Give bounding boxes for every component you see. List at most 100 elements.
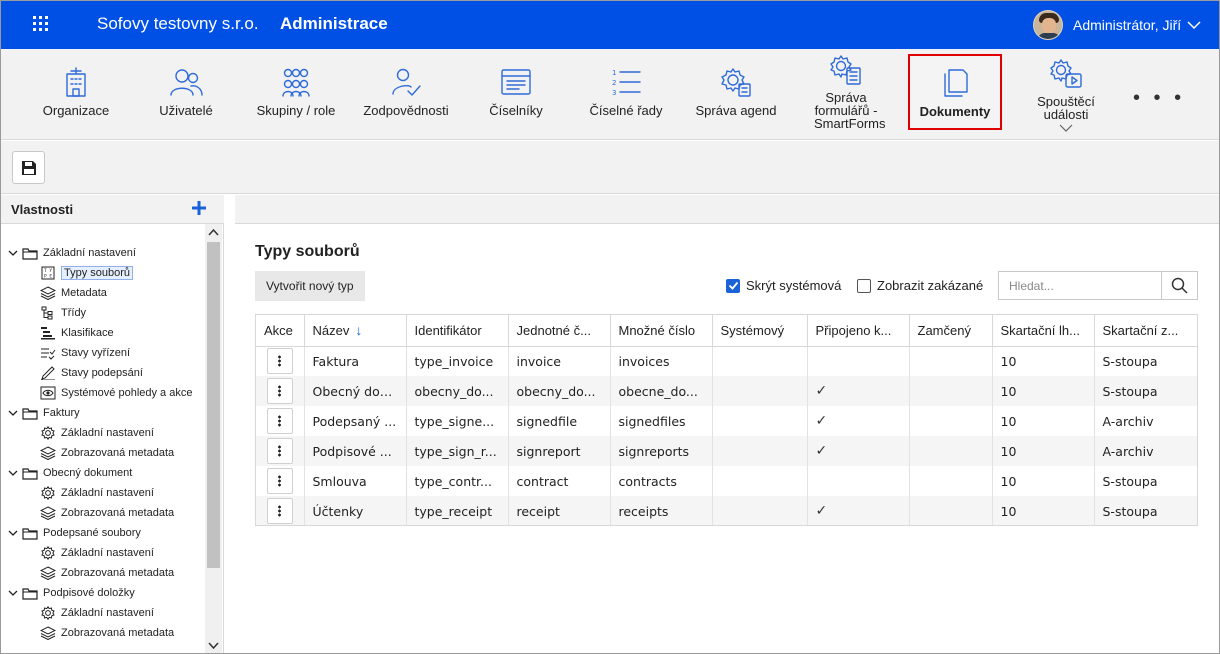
row-actions-button[interactable] (266, 408, 293, 434)
table-cell-period: 10 (992, 346, 1095, 376)
ribbon-item-spousteci-udalosti[interactable]: Spouštěcí události (1018, 49, 1114, 140)
folder-icon (22, 528, 38, 540)
table-cell-system (712, 346, 808, 376)
grid-dot (33, 16, 36, 19)
tree-item[interactable]: Metadata (40, 284, 107, 302)
sort-ascending-icon[interactable]: ↓ (355, 322, 362, 338)
tree-item[interactable]: Základní nastavení (40, 424, 154, 442)
column-header[interactable]: Identifikátor (406, 315, 509, 347)
column-header[interactable]: Jednotné č... (508, 315, 611, 347)
tree-group[interactable]: Základní nastavení (8, 244, 136, 262)
table-row[interactable]: Účtenky type_receipt receipt receipts ✓ 10 S-s… (256, 496, 1197, 525)
chevron-down-icon[interactable] (8, 528, 18, 538)
grid-dot (33, 28, 36, 31)
tree-item[interactable]: Systémové pohledy a akce (40, 384, 192, 402)
save-button[interactable] (12, 151, 45, 184)
show-disabled-checkbox[interactable]: Zobrazit zakázané (857, 278, 983, 293)
ribbon-item-ciselniky[interactable]: Číselníky (470, 49, 562, 140)
table-row[interactable]: Podpisové ... type_sign_r... signreport sig… (256, 436, 1197, 466)
tree-group[interactable]: Podepsané soubory (8, 524, 141, 542)
tree-group[interactable]: Faktury (8, 404, 80, 422)
user-menu[interactable]: Administrátor, Jiří (1033, 10, 1201, 40)
table-cell-nazev: Smlouva (304, 466, 407, 496)
table-cell-system (712, 496, 808, 525)
ribbon-item-uzivatele[interactable]: Uživatelé (140, 49, 232, 140)
column-header[interactable]: Zamčený (909, 315, 993, 347)
row-actions-button[interactable] (266, 498, 293, 524)
table-cell-id: type_sign_r... (406, 436, 509, 466)
table-row[interactable]: Obecný dok... obecny_do... obecny_do... obe… (256, 376, 1197, 406)
table-cell-locked (909, 466, 993, 496)
tree-item[interactable]: Základní nastavení (40, 484, 154, 502)
ribbon-item-organizace[interactable]: Organizace (30, 49, 122, 140)
ribbon-item-zodpovednosti[interactable]: Zodpovědnosti (356, 49, 456, 140)
column-header[interactable]: Množné číslo (610, 315, 713, 347)
app-grid-icon[interactable] (33, 16, 49, 32)
search-input[interactable] (999, 272, 1161, 299)
column-header: Akce (256, 315, 305, 347)
more-vertical-icon (278, 355, 282, 368)
pen-icon (41, 366, 55, 380)
table-row[interactable]: Faktura type_invoice invoice invoices 10 S-st… (256, 346, 1197, 376)
tree-item[interactable]: Zobrazovaná metadata (40, 564, 174, 582)
tree-item[interactable]: Zobrazovaná metadata (40, 624, 174, 642)
tree-group[interactable]: Obecný dokument (8, 464, 132, 482)
table-row[interactable]: Smlouva type_contr... contract contracts 10 S… (256, 466, 1197, 496)
ribbon-item-sprava-formularu[interactable]: Správa formulářů - SmartForms (800, 49, 892, 140)
ribbon-item-dokumenty[interactable]: Dokumenty (908, 54, 1002, 130)
tree-item[interactable]: Zobrazovaná metadata (40, 504, 174, 522)
grid-dot (45, 28, 48, 31)
tree-group[interactable]: Podpisové doložky (8, 584, 135, 602)
tree-scrollbar[interactable] (205, 224, 222, 654)
chevron-down-icon[interactable] (8, 408, 18, 418)
ribbon-item-skupiny-role[interactable]: Skupiny / role (250, 49, 342, 140)
chevron-down-icon[interactable] (1059, 124, 1073, 132)
create-type-button[interactable]: Vytvořit nový typ (255, 271, 365, 301)
ribbon-label: Spouštěcí události (1037, 94, 1095, 122)
tree-item-label: Stavy vyřízení (61, 347, 131, 359)
tree-item[interactable]: Základní nastavení (40, 604, 154, 622)
layers-icon (40, 626, 56, 640)
scroll-down-icon[interactable] (205, 637, 222, 654)
column-header[interactable]: Připojeno k... (807, 315, 910, 347)
page-title: Typy souborů (255, 243, 360, 260)
plus-icon[interactable] (190, 199, 208, 217)
tree-item[interactable]: Základní nastavení (40, 544, 154, 562)
tree-item[interactable]: Zobrazovaná metadata (40, 444, 174, 462)
column-header[interactable]: Skartační lh... (992, 315, 1095, 347)
table-row[interactable]: Podepsaný ... type_signe... signedfile sign… (256, 406, 1197, 436)
ribbon-item-sprava-agend[interactable]: Správa agend (688, 49, 784, 140)
column-header-nazev[interactable]: Název ↓ (304, 315, 407, 347)
column-header[interactable]: Systémový (712, 315, 808, 347)
row-actions-button[interactable] (266, 468, 293, 494)
tree-item[interactable]: Třídy (40, 304, 86, 322)
chevron-down-icon[interactable] (8, 468, 18, 478)
ribbon-item-ciselne-rady[interactable]: 1 2 3 Číselné řady (580, 49, 672, 140)
column-header[interactable]: Skartační z... (1094, 315, 1197, 347)
hide-system-checkbox[interactable]: Skrýt systémová (726, 278, 841, 293)
tree-item[interactable]: Klasifikace (40, 324, 114, 342)
table-cell-plural: obecne_do... (610, 376, 713, 406)
properties-header: Vlastnosti (0, 195, 224, 224)
grid-dot (39, 16, 42, 19)
row-actions-button[interactable] (266, 378, 293, 404)
row-actions-button[interactable] (266, 438, 293, 464)
chevron-down-icon[interactable] (8, 588, 18, 598)
tree-item-label: Podepsané soubory (43, 527, 141, 539)
users-icon (170, 69, 203, 96)
tree-item[interactable]: Stavy vyřízení (40, 344, 130, 362)
row-actions-button[interactable] (266, 348, 293, 375)
more-menu-button[interactable]: • • • (1133, 87, 1185, 110)
scroll-up-icon[interactable] (205, 224, 222, 241)
ribbon-label: Správa formulářů - SmartForms (814, 90, 886, 131)
scrollbar-thumb[interactable] (207, 242, 220, 568)
chevron-down-icon[interactable] (8, 248, 18, 258)
tree-item-label: Podpisové doložky (43, 587, 135, 599)
company-name[interactable]: Sofovy testovny s.r.o. (97, 14, 259, 34)
table-cell-locked (909, 346, 993, 376)
layers-icon (40, 566, 56, 580)
tree-item[interactable]: Stavy podepsání (40, 364, 143, 382)
tree-item[interactable]: T YP E Typy souborů (40, 264, 134, 282)
tree-item-label: Obecný dokument (43, 467, 133, 479)
search-button[interactable] (1161, 272, 1197, 299)
